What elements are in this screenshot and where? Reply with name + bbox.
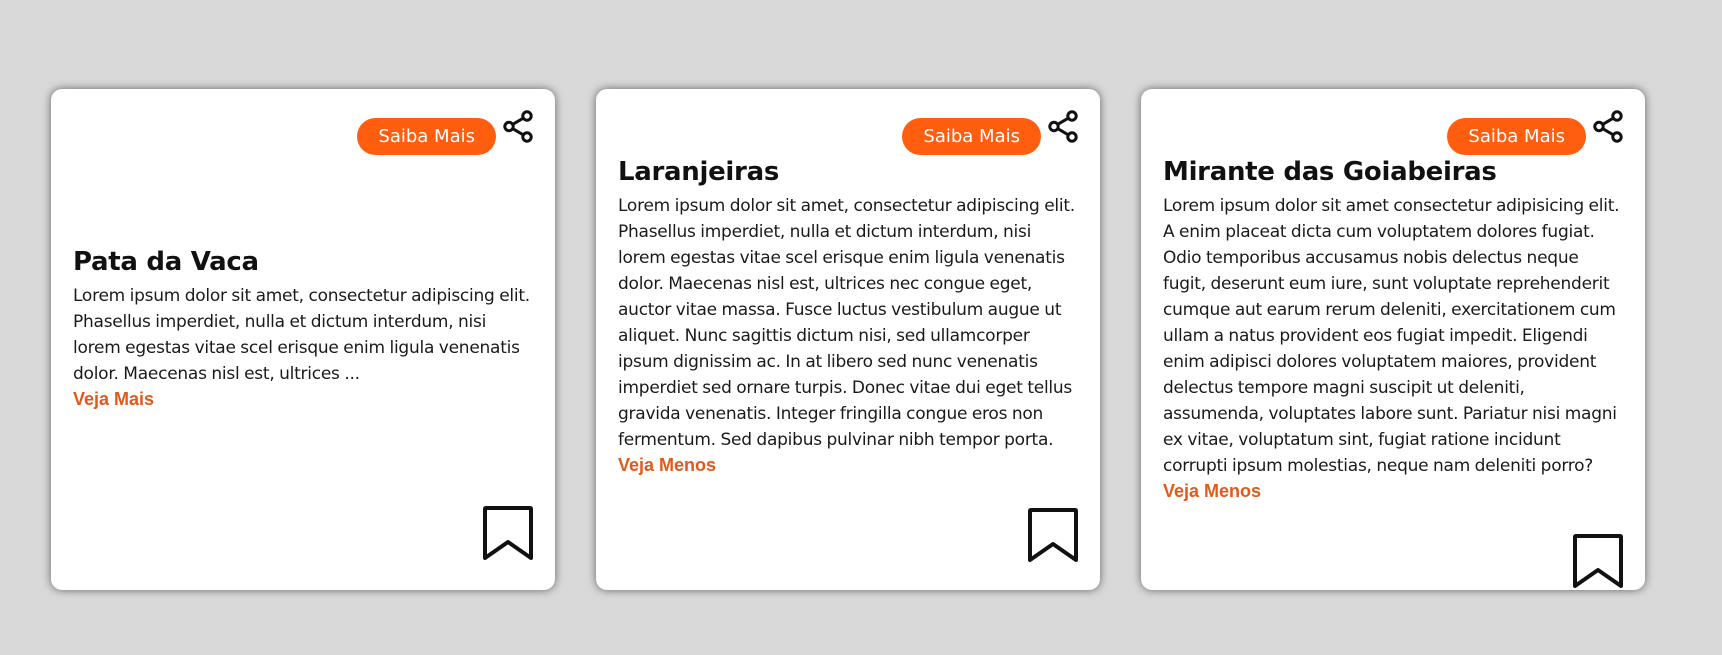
card-mirante-das-goiabeiras: Saiba Mais Mirante das Goiabeiras Lorem … xyxy=(1141,89,1645,590)
share-icon[interactable] xyxy=(502,110,535,143)
veja-mais-link[interactable]: Veja Mais xyxy=(73,387,154,411)
saiba-mais-button[interactable]: Saiba Mais xyxy=(1447,118,1586,155)
card-body: Mirante das Goiabeiras Lorem ipsum dolor… xyxy=(1163,155,1623,503)
saiba-mais-button[interactable]: Saiba Mais xyxy=(902,118,1041,155)
share-icon[interactable] xyxy=(1047,110,1080,143)
card-title: Laranjeiras xyxy=(618,157,779,187)
card-title: Mirante das Goiabeiras xyxy=(1163,157,1497,187)
veja-menos-link[interactable]: Veja Menos xyxy=(1163,479,1261,503)
bookmark-icon[interactable] xyxy=(1027,506,1079,564)
bookmark-icon[interactable] xyxy=(1572,532,1624,590)
card-description: Lorem ipsum dolor sit amet consectetur a… xyxy=(1163,196,1620,476)
card-description: Lorem ipsum dolor sit amet, consectetur … xyxy=(618,196,1075,450)
card-pata-da-vaca: Saiba Mais Pata da Vaca Lorem ipsum dolo… xyxy=(51,89,555,590)
card-title: Pata da Vaca xyxy=(73,247,259,277)
share-icon[interactable] xyxy=(1592,110,1625,143)
bookmark-icon[interactable] xyxy=(482,504,534,562)
veja-menos-link[interactable]: Veja Menos xyxy=(618,453,716,477)
card-body: Pata da Vaca Lorem ipsum dolor sit amet,… xyxy=(73,245,533,411)
card-body: Laranjeiras Lorem ipsum dolor sit amet, … xyxy=(618,155,1078,477)
card-laranjeiras: Saiba Mais Laranjeiras Lorem ipsum dolor… xyxy=(596,89,1100,590)
card-description: Lorem ipsum dolor sit amet, consectetur … xyxy=(73,286,530,384)
saiba-mais-button[interactable]: Saiba Mais xyxy=(357,118,496,155)
